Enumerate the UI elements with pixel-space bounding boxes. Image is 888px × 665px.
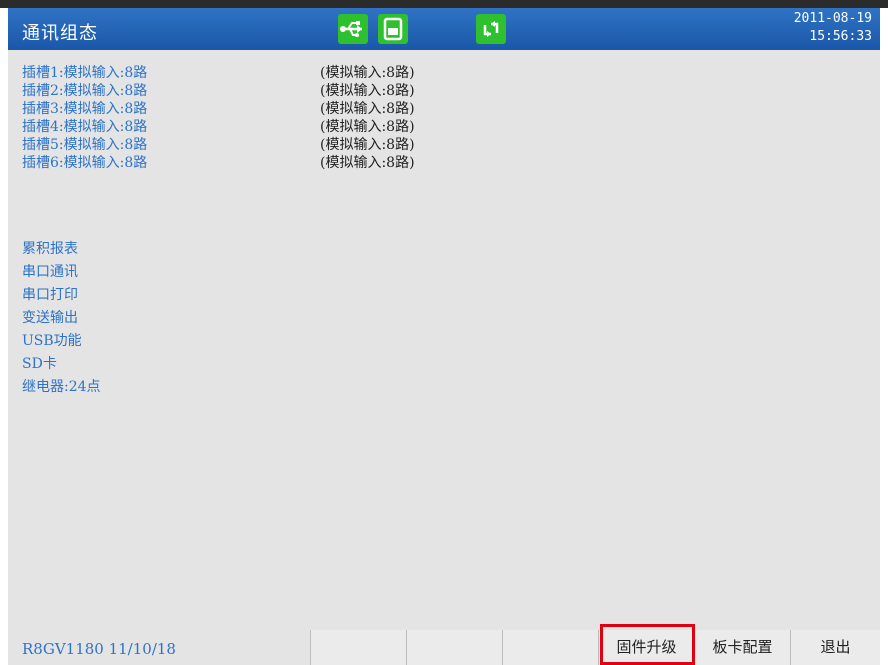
sd-card-icon [378, 14, 408, 44]
slot-6-label: 插槽6:模拟输入:8路 [22, 155, 148, 171]
slot-2-label: 插槽2:模拟输入:8路 [22, 83, 148, 99]
slot-5-detail: (模拟输入:8路) [320, 137, 415, 153]
page-title: 通讯组态 [22, 23, 98, 44]
slot-4-detail: (模拟输入:8路) [320, 119, 415, 135]
slot-4-label: 插槽4:模拟输入:8路 [22, 119, 148, 135]
slot-6-detail: (模拟输入:8路) [320, 155, 415, 171]
datetime: 2011-08-19 15:56:33 [794, 10, 872, 46]
firmware-upgrade-button[interactable]: 固件升级 [598, 630, 694, 665]
slot-3-detail: (模拟输入:8路) [320, 101, 415, 117]
sync-icon [476, 14, 506, 44]
top-strip [0, 0, 888, 8]
usb-icon [338, 14, 368, 44]
time-display: 15:56:33 [809, 29, 872, 44]
feature-cumulative-report: 累积报表 [22, 241, 78, 257]
exit-button[interactable]: 退出 [790, 630, 880, 665]
feature-serial-print: 串口打印 [22, 287, 78, 303]
feature-serial-comm: 串口通讯 [22, 264, 78, 280]
board-config-button[interactable]: 板卡配置 [694, 630, 790, 665]
feature-transmitter-output: 变送输出 [22, 310, 78, 326]
slot-1-detail: (模拟输入:8路) [320, 65, 415, 81]
softkey-3[interactable] [502, 630, 598, 665]
slot-5-label: 插槽5:模拟输入:8路 [22, 137, 148, 153]
slot-1-label: 插槽1:模拟输入:8路 [22, 65, 148, 81]
config-panel: 插槽1:模拟输入:8路 (模拟输入:8路) 插槽2:模拟输入:8路 (模拟输入:… [8, 50, 880, 630]
firmware-version: R8GV1180 11/10/18 [22, 640, 176, 658]
title-bar: 通讯组态 2011-08-19 15:56:33 [8, 8, 880, 50]
footer-bar: R8GV1180 11/10/18 固件升级 板卡配置 退出 [8, 630, 880, 665]
softkey-2[interactable] [406, 630, 502, 665]
feature-sd-card: SD卡 [22, 356, 57, 372]
softkey-1[interactable] [310, 630, 406, 665]
slot-2-detail: (模拟输入:8路) [320, 83, 415, 99]
feature-relay: 继电器:24点 [22, 379, 101, 395]
slot-3-label: 插槽3:模拟输入:8路 [22, 101, 148, 117]
feature-usb: USB功能 [22, 333, 82, 349]
date-display: 2011-08-19 [793, 11, 872, 26]
